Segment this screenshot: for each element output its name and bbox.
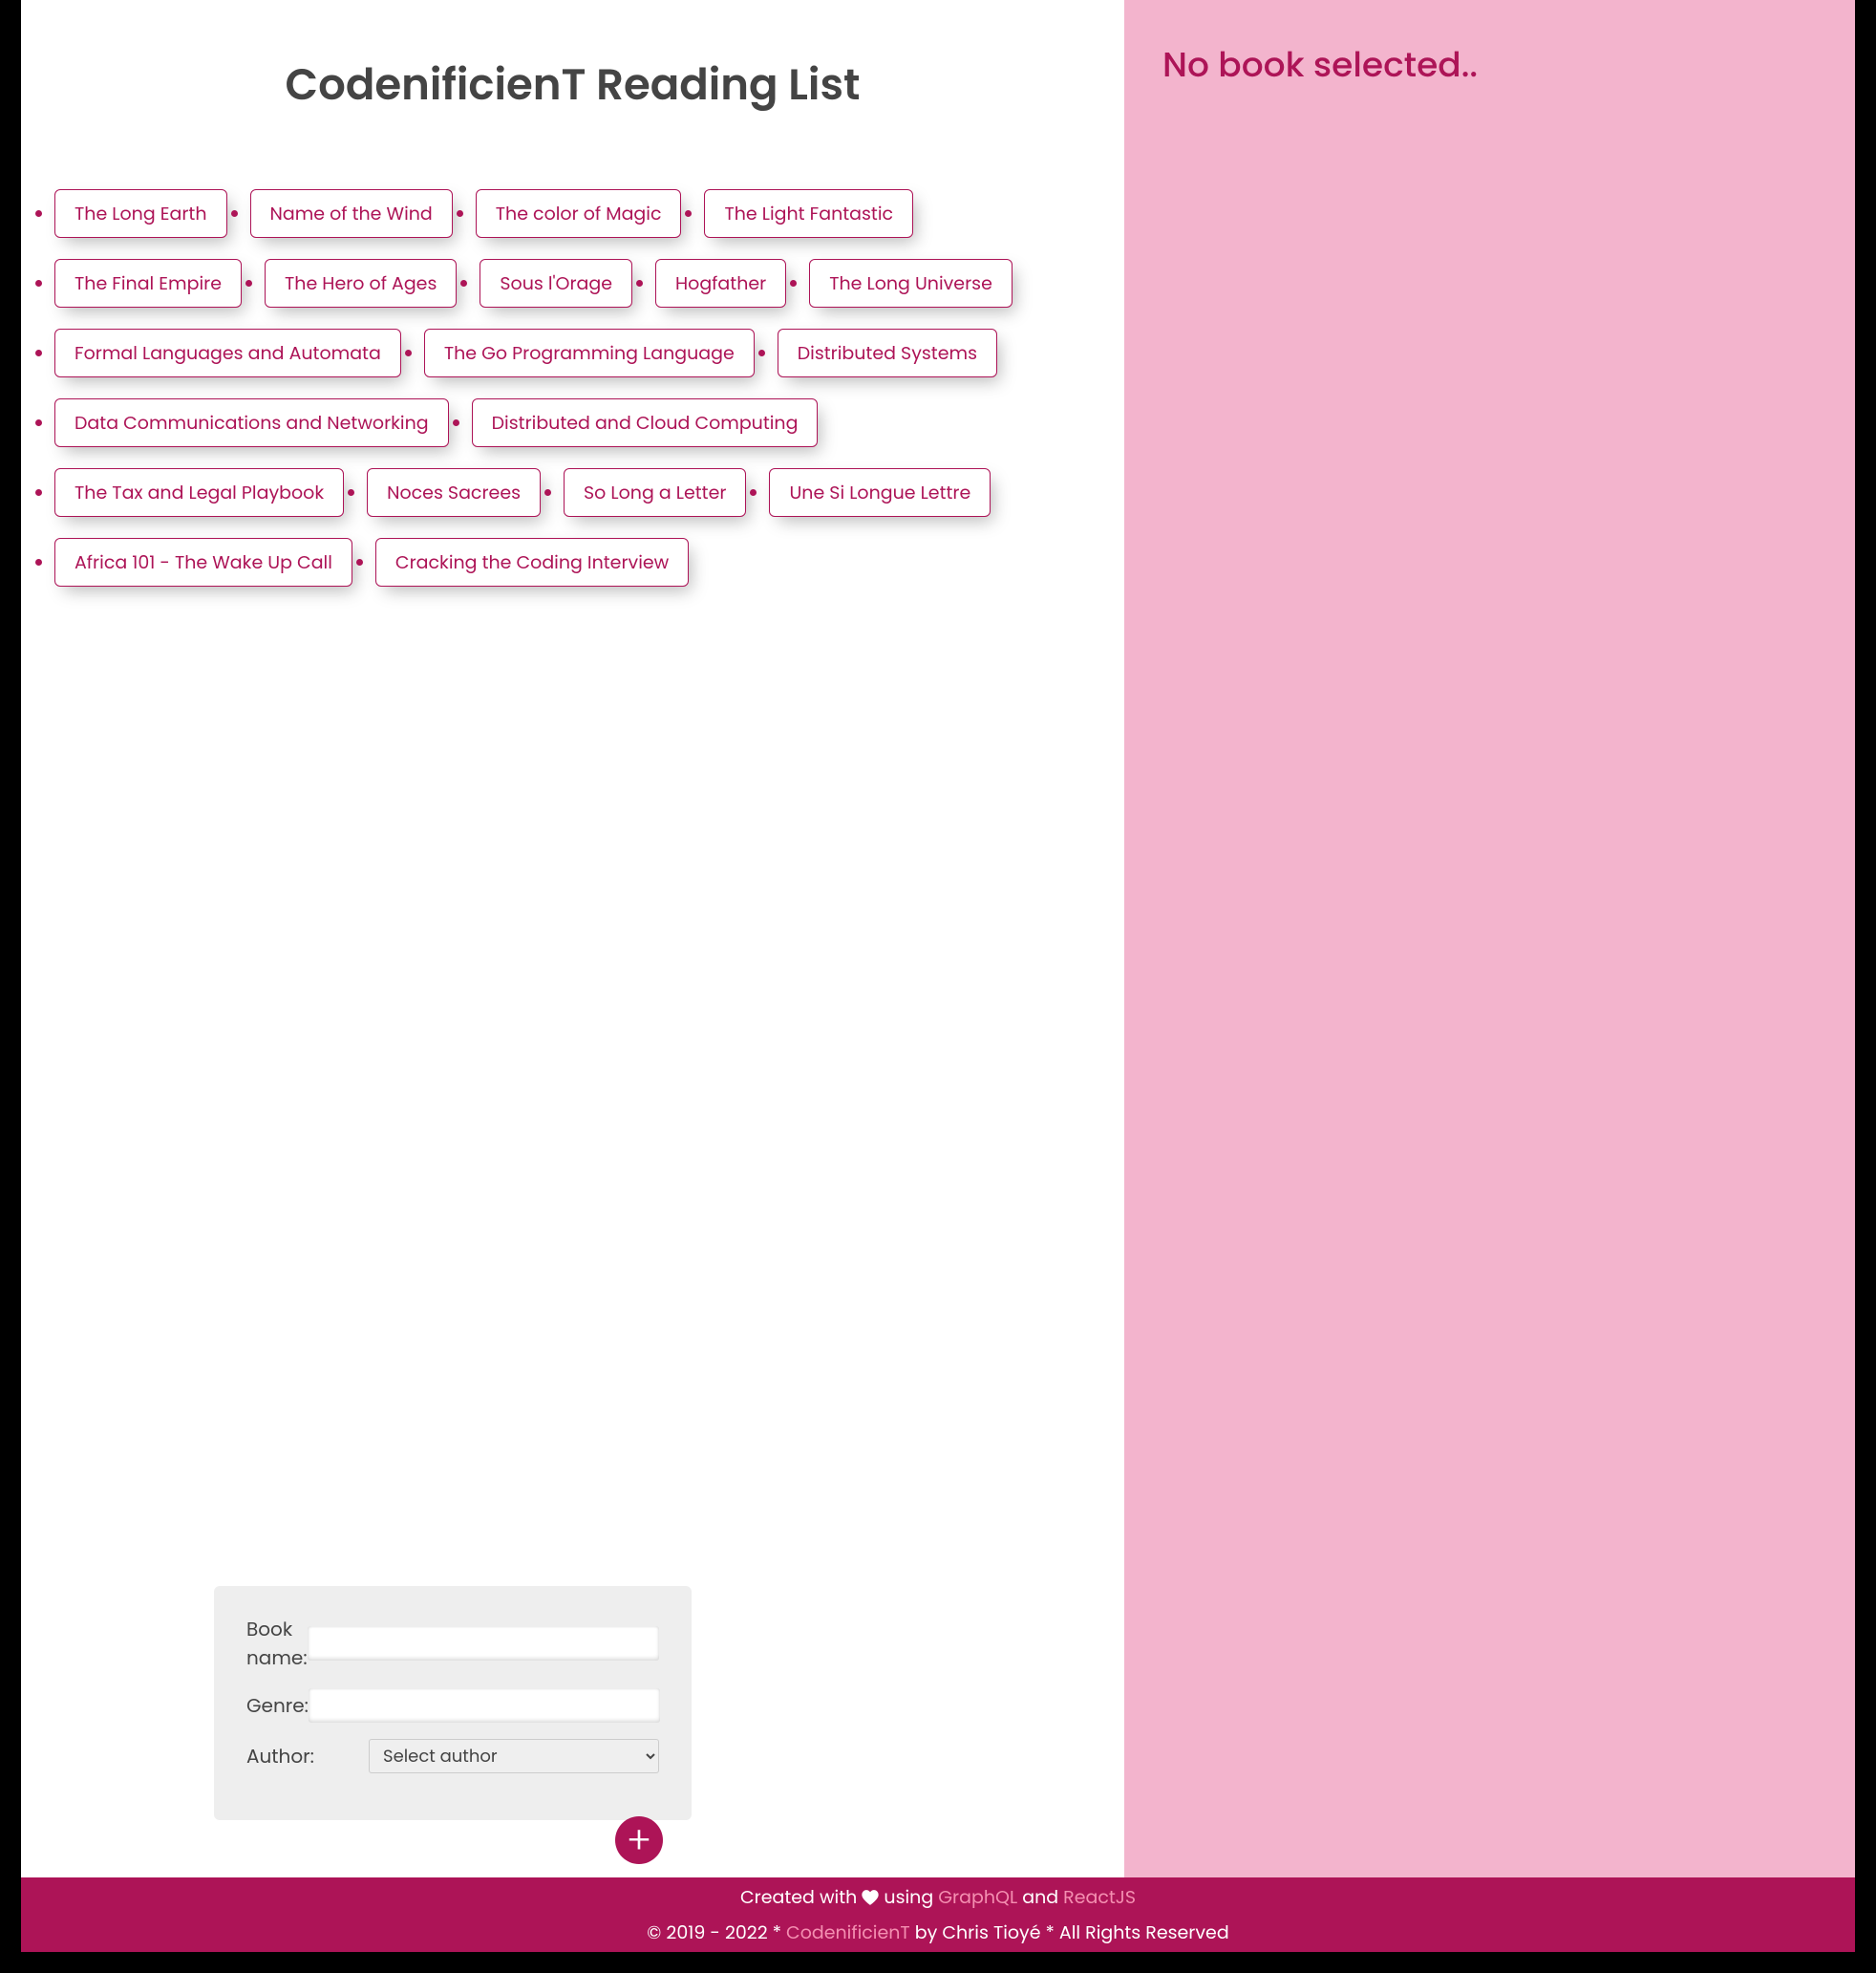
book-item[interactable]: The Light Fantastic [704, 189, 913, 238]
book-item[interactable]: Name of the Wind [250, 189, 453, 238]
add-book-button[interactable]: + [615, 1816, 663, 1864]
codenificient-link[interactable]: CodenificienT [786, 1919, 910, 1945]
footer-line-2: © 2019 - 2022 * CodenificienT by Chris T… [647, 1919, 1228, 1946]
book-item[interactable]: Data Communications and Networking [54, 398, 449, 447]
author-label: Author: [246, 1742, 369, 1770]
book-item[interactable]: Une Si Longue Lettre [769, 468, 991, 517]
book-item[interactable]: So Long a Letter [564, 468, 746, 517]
book-item[interactable]: The color of Magic [476, 189, 682, 238]
book-item[interactable]: The Hero of Ages [265, 259, 457, 308]
book-item[interactable]: Noces Sacrees [367, 468, 541, 517]
book-item[interactable]: Africa 101 - The Wake Up Call [54, 538, 352, 587]
footer-text: and [1017, 1884, 1063, 1910]
book-item[interactable]: Hogfather [655, 259, 786, 308]
page-title: CodenificienT Reading List [54, 53, 1091, 118]
heart-icon [862, 1885, 879, 1913]
book-item[interactable]: Sous l'Orage [480, 259, 632, 308]
footer-text: © 2019 - 2022 * [647, 1919, 786, 1945]
footer-text: using [879, 1884, 938, 1910]
genre-label: Genre: [246, 1691, 309, 1720]
add-book-form: Book name: Genre: Author: Select author … [214, 1586, 692, 1820]
no-book-selected-message: No book selected.. [1162, 38, 1817, 91]
genre-input[interactable] [309, 1688, 660, 1723]
book-item[interactable]: Formal Languages and Automata [54, 329, 401, 377]
book-item[interactable]: Distributed Systems [778, 329, 997, 377]
book-name-input[interactable] [308, 1626, 659, 1661]
book-item[interactable]: The Long Earth [54, 189, 227, 238]
footer-line-1: Created with using GraphQL and ReactJS [740, 1883, 1136, 1913]
reactjs-link[interactable]: ReactJS [1063, 1884, 1136, 1910]
book-item[interactable]: The Tax and Legal Playbook [54, 468, 344, 517]
book-item[interactable]: Cracking the Coding Interview [375, 538, 689, 587]
book-item[interactable]: The Final Empire [54, 259, 242, 308]
graphql-link[interactable]: GraphQL [938, 1884, 1017, 1910]
main-panel: CodenificienT Reading List The Long Eart… [21, 0, 1124, 1877]
footer-text: Created with [740, 1884, 862, 1910]
book-name-label: Book name: [246, 1615, 308, 1672]
footer: Created with using GraphQL and ReactJS ©… [21, 1877, 1855, 1952]
book-item[interactable]: Distributed and Cloud Computing [472, 398, 819, 447]
author-select[interactable]: Select author [369, 1739, 659, 1773]
book-item[interactable]: The Long Universe [809, 259, 1013, 308]
footer-text: by Chris Tioyé * All Rights Reserved [910, 1919, 1229, 1945]
detail-panel: No book selected.. [1124, 0, 1855, 1877]
book-item[interactable]: The Go Programming Language [424, 329, 755, 377]
book-list: The Long Earth Name of the Wind The color … [54, 189, 1091, 587]
